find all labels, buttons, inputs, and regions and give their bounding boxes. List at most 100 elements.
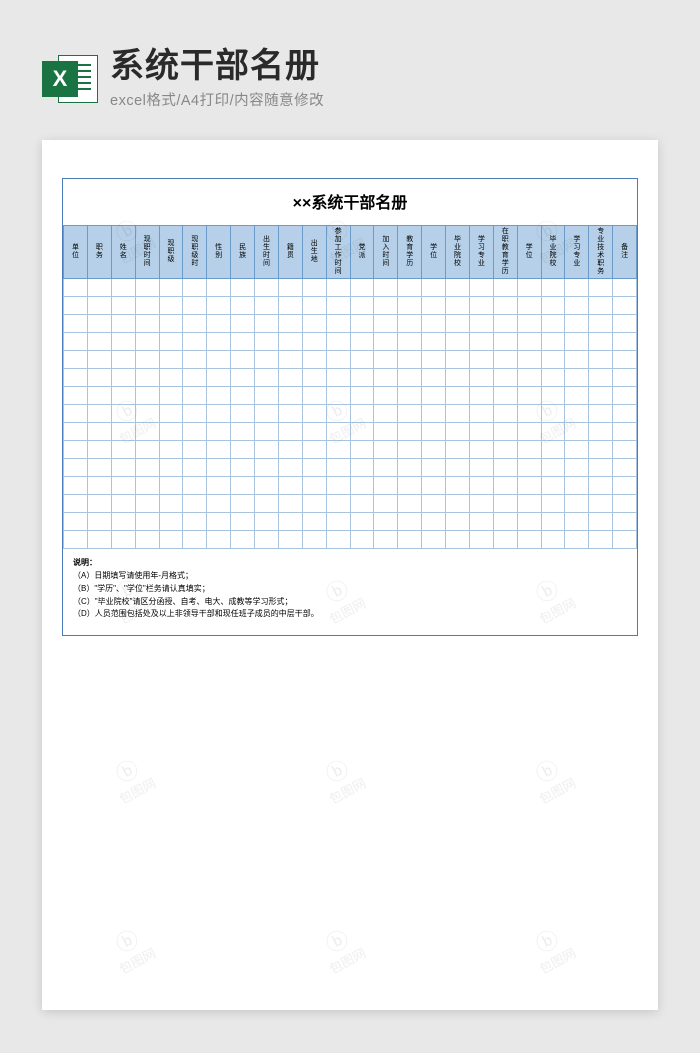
table-cell: [541, 369, 565, 387]
table-cell: [207, 333, 231, 351]
table-cell: [326, 315, 350, 333]
table-cell: [64, 513, 88, 531]
table-cell: [613, 387, 637, 405]
table-cell: [87, 531, 111, 549]
column-header: 学习专业: [469, 226, 493, 279]
table-cell: [326, 351, 350, 369]
table-cell: [326, 531, 350, 549]
table-cell: [326, 495, 350, 513]
table-cell: [111, 315, 135, 333]
table-cell: [207, 315, 231, 333]
table-cell: [302, 315, 326, 333]
notes-section: 说明： （A）日期填写请使用年-月格式；（B）"学历"、"学位"栏务请认真填实；…: [63, 549, 637, 635]
table-cell: [231, 387, 255, 405]
table-cell: [255, 387, 279, 405]
table-cell: [326, 387, 350, 405]
table-cell: [326, 333, 350, 351]
table-cell: [111, 333, 135, 351]
table-cell: [374, 477, 398, 495]
table-cell: [469, 495, 493, 513]
table-cell: [613, 279, 637, 297]
table-cell: [350, 315, 374, 333]
table-cell: [255, 333, 279, 351]
column-header: 民族: [231, 226, 255, 279]
subtitle: excel格式/A4打印/内容随意修改: [110, 89, 658, 110]
table-cell: [159, 369, 183, 387]
table-cell: [207, 495, 231, 513]
column-header: 现职级时: [183, 226, 207, 279]
table-cell: [374, 495, 398, 513]
table-cell: [302, 297, 326, 315]
table-cell: [111, 297, 135, 315]
table-cell: [350, 495, 374, 513]
table-cell: [326, 279, 350, 297]
table-cell: [207, 531, 231, 549]
table-cell: [350, 387, 374, 405]
table-cell: [398, 441, 422, 459]
table-cell: [589, 495, 613, 513]
table-cell: [135, 297, 159, 315]
table-cell: [541, 297, 565, 315]
table-cell: [493, 333, 517, 351]
table-cell: [111, 423, 135, 441]
table-cell: [613, 423, 637, 441]
table-cell: [469, 387, 493, 405]
table-cell: [398, 477, 422, 495]
table-cell: [374, 279, 398, 297]
table-cell: [613, 441, 637, 459]
table-cell: [111, 513, 135, 531]
table-cell: [374, 423, 398, 441]
table-cell: [446, 315, 470, 333]
table-cell: [589, 441, 613, 459]
table-row: [64, 297, 637, 315]
table-cell: [517, 423, 541, 441]
table-cell: [469, 351, 493, 369]
table-cell: [135, 459, 159, 477]
table-cell: [493, 351, 517, 369]
table-cell: [135, 333, 159, 351]
header-bar: X 系统干部名册 excel格式/A4打印/内容随意修改: [42, 48, 658, 110]
table-cell: [517, 387, 541, 405]
column-header: 参加工作时间: [326, 226, 350, 279]
table-cell: [469, 297, 493, 315]
table-cell: [469, 405, 493, 423]
column-header: 在职教育学历: [493, 226, 517, 279]
table-cell: [231, 423, 255, 441]
table-cell: [517, 297, 541, 315]
document-frame: ××系统干部名册 单位职务姓名现职时间现职级现职级时性别民族出生时间籍贯出生地参…: [62, 178, 638, 636]
table-cell: [589, 279, 613, 297]
table-cell: [446, 495, 470, 513]
table-cell: [565, 513, 589, 531]
table-cell: [398, 513, 422, 531]
table-cell: [350, 279, 374, 297]
table-cell: [111, 405, 135, 423]
table-cell: [87, 441, 111, 459]
table-cell: [87, 513, 111, 531]
table-cell: [278, 297, 302, 315]
table-cell: [135, 531, 159, 549]
table-cell: [469, 423, 493, 441]
table-cell: [278, 495, 302, 513]
table-cell: [398, 333, 422, 351]
table-cell: [87, 495, 111, 513]
note-line: （B）"学历"、"学位"栏务请认真填实；: [73, 583, 631, 596]
table-cell: [469, 279, 493, 297]
table-cell: [517, 351, 541, 369]
table-cell: [278, 531, 302, 549]
table-cell: [422, 405, 446, 423]
table-row: [64, 387, 637, 405]
column-header: 备注: [613, 226, 637, 279]
table-cell: [255, 423, 279, 441]
table-cell: [517, 315, 541, 333]
table-cell: [350, 369, 374, 387]
table-cell: [183, 333, 207, 351]
table-row: [64, 351, 637, 369]
table-cell: [422, 333, 446, 351]
table-cell: [207, 423, 231, 441]
column-header: 姓名: [111, 226, 135, 279]
table-cell: [64, 387, 88, 405]
table-cell: [469, 513, 493, 531]
table-cell: [231, 513, 255, 531]
table-cell: [64, 351, 88, 369]
table-cell: [350, 423, 374, 441]
